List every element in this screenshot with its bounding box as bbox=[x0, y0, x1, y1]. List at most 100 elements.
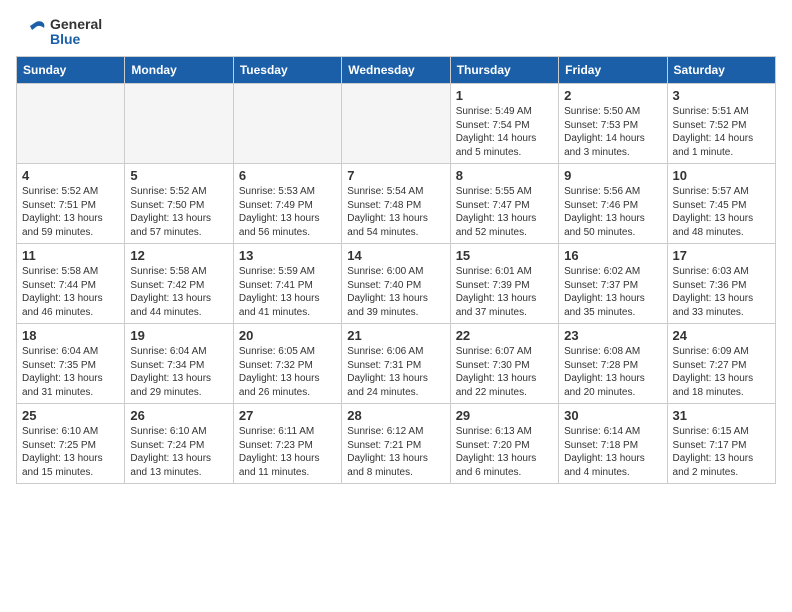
weekday-header-tuesday: Tuesday bbox=[233, 57, 341, 84]
day-info: Sunrise: 6:11 AMSunset: 7:23 PMDaylight:… bbox=[239, 425, 336, 479]
calendar-cell: 3Sunrise: 5:51 AMSunset: 7:52 PMDaylight… bbox=[667, 84, 775, 164]
day-number: 29 bbox=[456, 408, 553, 423]
calendar-cell: 10 Sunrise: 5:57 AMSunset: 7:45 PMDayligh… bbox=[667, 164, 775, 244]
day-number: 22 bbox=[456, 328, 553, 343]
day-info: Sunrise: 6:10 AMSunset: 7:25 PMDaylight:… bbox=[22, 425, 119, 479]
day-number: 28 bbox=[347, 408, 444, 423]
day-info: Sunrise: 5:56 AMSunset: 7:46 PMDaylight:… bbox=[564, 185, 661, 239]
weekday-header-friday: Friday bbox=[559, 57, 667, 84]
day-info: Sunrise: 5:59 AMSunset: 7:41 PMDaylight:… bbox=[239, 265, 336, 319]
day-number: 16 bbox=[564, 248, 661, 263]
day-info: Sunrise: 6:01 AMSunset: 7:39 PMDaylight:… bbox=[456, 265, 553, 319]
day-number: 30 bbox=[564, 408, 661, 423]
day-number: 2 bbox=[564, 88, 661, 103]
day-number: 18 bbox=[22, 328, 119, 343]
day-number: 15 bbox=[456, 248, 553, 263]
day-info: Sunrise: 6:02 AMSunset: 7:37 PMDaylight:… bbox=[564, 265, 661, 319]
calendar-cell: 6 Sunrise: 5:53 AMSunset: 7:49 PMDaylight… bbox=[233, 164, 341, 244]
day-info: Sunrise: 5:53 AMSunset: 7:49 PMDaylight:… bbox=[239, 185, 336, 239]
calendar-cell bbox=[342, 84, 450, 164]
calendar-cell: 2Sunrise: 5:50 AMSunset: 7:53 PMDaylight… bbox=[559, 84, 667, 164]
calendar-cell: 26Sunrise: 6:10 AMSunset: 7:24 PMDayligh… bbox=[125, 404, 233, 484]
day-number: 13 bbox=[239, 248, 336, 263]
calendar-cell: 17 Sunrise: 6:03 AMSunset: 7:36 PMDayligh… bbox=[667, 244, 775, 324]
day-number: 4 bbox=[22, 168, 119, 183]
calendar-cell: 12Sunrise: 5:58 AMSunset: 7:42 PMDayligh… bbox=[125, 244, 233, 324]
day-info: Sunrise: 5:49 AMSunset: 7:54 PMDaylight:… bbox=[456, 105, 553, 159]
logo-text-blue: Blue bbox=[50, 32, 102, 47]
day-number: 7 bbox=[347, 168, 444, 183]
day-info: Sunrise: 6:14 AMSunset: 7:18 PMDaylight:… bbox=[564, 425, 661, 479]
logo-text-general: General bbox=[50, 17, 102, 32]
day-number: 31 bbox=[673, 408, 770, 423]
calendar-week-row: 4 Sunrise: 5:52 AMSunset: 7:51 PMDaylight… bbox=[17, 164, 776, 244]
calendar-cell bbox=[17, 84, 125, 164]
day-number: 21 bbox=[347, 328, 444, 343]
day-number: 17 bbox=[673, 248, 770, 263]
day-info: Sunrise: 5:54 AMSunset: 7:48 PMDaylight:… bbox=[347, 185, 444, 239]
day-number: 27 bbox=[239, 408, 336, 423]
calendar-cell: 14Sunrise: 6:00 AMSunset: 7:40 PMDayligh… bbox=[342, 244, 450, 324]
calendar-cell: 31 Sunrise: 6:15 AMSunset: 7:17 PMDayligh… bbox=[667, 404, 775, 484]
weekday-header-monday: Monday bbox=[125, 57, 233, 84]
calendar-cell: 1 Sunrise: 5:49 AMSunset: 7:54 PMDaylight… bbox=[450, 84, 558, 164]
calendar-cell: 13 Sunrise: 5:59 AMSunset: 7:41 PMDayligh… bbox=[233, 244, 341, 324]
calendar-cell: 8 Sunrise: 5:55 AMSunset: 7:47 PMDaylight… bbox=[450, 164, 558, 244]
day-info: Sunrise: 5:58 AMSunset: 7:42 PMDaylight:… bbox=[130, 265, 227, 319]
calendar-cell bbox=[233, 84, 341, 164]
calendar-table: SundayMondayTuesdayWednesdayThursdayFrid… bbox=[16, 56, 776, 484]
page-header: General Blue bbox=[16, 16, 776, 48]
day-info: Sunrise: 5:51 AMSunset: 7:52 PMDaylight:… bbox=[673, 105, 770, 159]
day-number: 6 bbox=[239, 168, 336, 183]
calendar-cell: 27 Sunrise: 6:11 AMSunset: 7:23 PMDayligh… bbox=[233, 404, 341, 484]
logo: General Blue bbox=[16, 16, 102, 48]
day-info: Sunrise: 6:00 AMSunset: 7:40 PMDaylight:… bbox=[347, 265, 444, 319]
calendar-cell: 29 Sunrise: 6:13 AMSunset: 7:20 PMDayligh… bbox=[450, 404, 558, 484]
calendar-cell: 20 Sunrise: 6:05 AMSunset: 7:32 PMDayligh… bbox=[233, 324, 341, 404]
calendar-week-row: 18 Sunrise: 6:04 AMSunset: 7:35 PMDayligh… bbox=[17, 324, 776, 404]
calendar-cell: 28 Sunrise: 6:12 AMSunset: 7:21 PMDayligh… bbox=[342, 404, 450, 484]
day-info: Sunrise: 6:09 AMSunset: 7:27 PMDaylight:… bbox=[673, 345, 770, 399]
calendar-cell: 16 Sunrise: 6:02 AMSunset: 7:37 PMDayligh… bbox=[559, 244, 667, 324]
day-number: 9 bbox=[564, 168, 661, 183]
day-info: Sunrise: 5:52 AMSunset: 7:51 PMDaylight:… bbox=[22, 185, 119, 239]
calendar-cell: 5Sunrise: 5:52 AMSunset: 7:50 PMDaylight… bbox=[125, 164, 233, 244]
day-number: 8 bbox=[456, 168, 553, 183]
weekday-header-row: SundayMondayTuesdayWednesdayThursdayFrid… bbox=[17, 57, 776, 84]
calendar-cell: 4 Sunrise: 5:52 AMSunset: 7:51 PMDaylight… bbox=[17, 164, 125, 244]
day-number: 23 bbox=[564, 328, 661, 343]
calendar-cell: 18 Sunrise: 6:04 AMSunset: 7:35 PMDayligh… bbox=[17, 324, 125, 404]
calendar-week-row: 25Sunrise: 6:10 AMSunset: 7:25 PMDayligh… bbox=[17, 404, 776, 484]
day-info: Sunrise: 6:03 AMSunset: 7:36 PMDaylight:… bbox=[673, 265, 770, 319]
day-info: Sunrise: 5:57 AMSunset: 7:45 PMDaylight:… bbox=[673, 185, 770, 239]
day-number: 10 bbox=[673, 168, 770, 183]
weekday-header-wednesday: Wednesday bbox=[342, 57, 450, 84]
day-info: Sunrise: 5:58 AMSunset: 7:44 PMDaylight:… bbox=[22, 265, 119, 319]
calendar-cell: 30 Sunrise: 6:14 AMSunset: 7:18 PMDayligh… bbox=[559, 404, 667, 484]
day-info: Sunrise: 6:07 AMSunset: 7:30 PMDaylight:… bbox=[456, 345, 553, 399]
day-info: Sunrise: 6:15 AMSunset: 7:17 PMDaylight:… bbox=[673, 425, 770, 479]
day-number: 19 bbox=[130, 328, 227, 343]
calendar-cell: 25Sunrise: 6:10 AMSunset: 7:25 PMDayligh… bbox=[17, 404, 125, 484]
day-number: 11 bbox=[22, 248, 119, 263]
day-number: 20 bbox=[239, 328, 336, 343]
day-number: 24 bbox=[673, 328, 770, 343]
day-info: Sunrise: 6:13 AMSunset: 7:20 PMDaylight:… bbox=[456, 425, 553, 479]
weekday-header-thursday: Thursday bbox=[450, 57, 558, 84]
day-info: Sunrise: 5:55 AMSunset: 7:47 PMDaylight:… bbox=[456, 185, 553, 239]
calendar-cell: 19 Sunrise: 6:04 AMSunset: 7:34 PMDayligh… bbox=[125, 324, 233, 404]
day-info: Sunrise: 6:12 AMSunset: 7:21 PMDaylight:… bbox=[347, 425, 444, 479]
day-info: Sunrise: 6:04 AMSunset: 7:34 PMDaylight:… bbox=[130, 345, 227, 399]
calendar-week-row: 11 Sunrise: 5:58 AMSunset: 7:44 PMDayligh… bbox=[17, 244, 776, 324]
day-info: Sunrise: 6:05 AMSunset: 7:32 PMDaylight:… bbox=[239, 345, 336, 399]
logo-bird-icon bbox=[16, 16, 48, 48]
calendar-cell: 7 Sunrise: 5:54 AMSunset: 7:48 PMDaylight… bbox=[342, 164, 450, 244]
calendar-cell bbox=[125, 84, 233, 164]
calendar-cell: 15 Sunrise: 6:01 AMSunset: 7:39 PMDayligh… bbox=[450, 244, 558, 324]
day-info: Sunrise: 6:06 AMSunset: 7:31 PMDaylight:… bbox=[347, 345, 444, 399]
day-number: 5 bbox=[130, 168, 227, 183]
day-info: Sunrise: 6:08 AMSunset: 7:28 PMDaylight:… bbox=[564, 345, 661, 399]
weekday-header-saturday: Saturday bbox=[667, 57, 775, 84]
day-info: Sunrise: 6:04 AMSunset: 7:35 PMDaylight:… bbox=[22, 345, 119, 399]
day-number: 1 bbox=[456, 88, 553, 103]
